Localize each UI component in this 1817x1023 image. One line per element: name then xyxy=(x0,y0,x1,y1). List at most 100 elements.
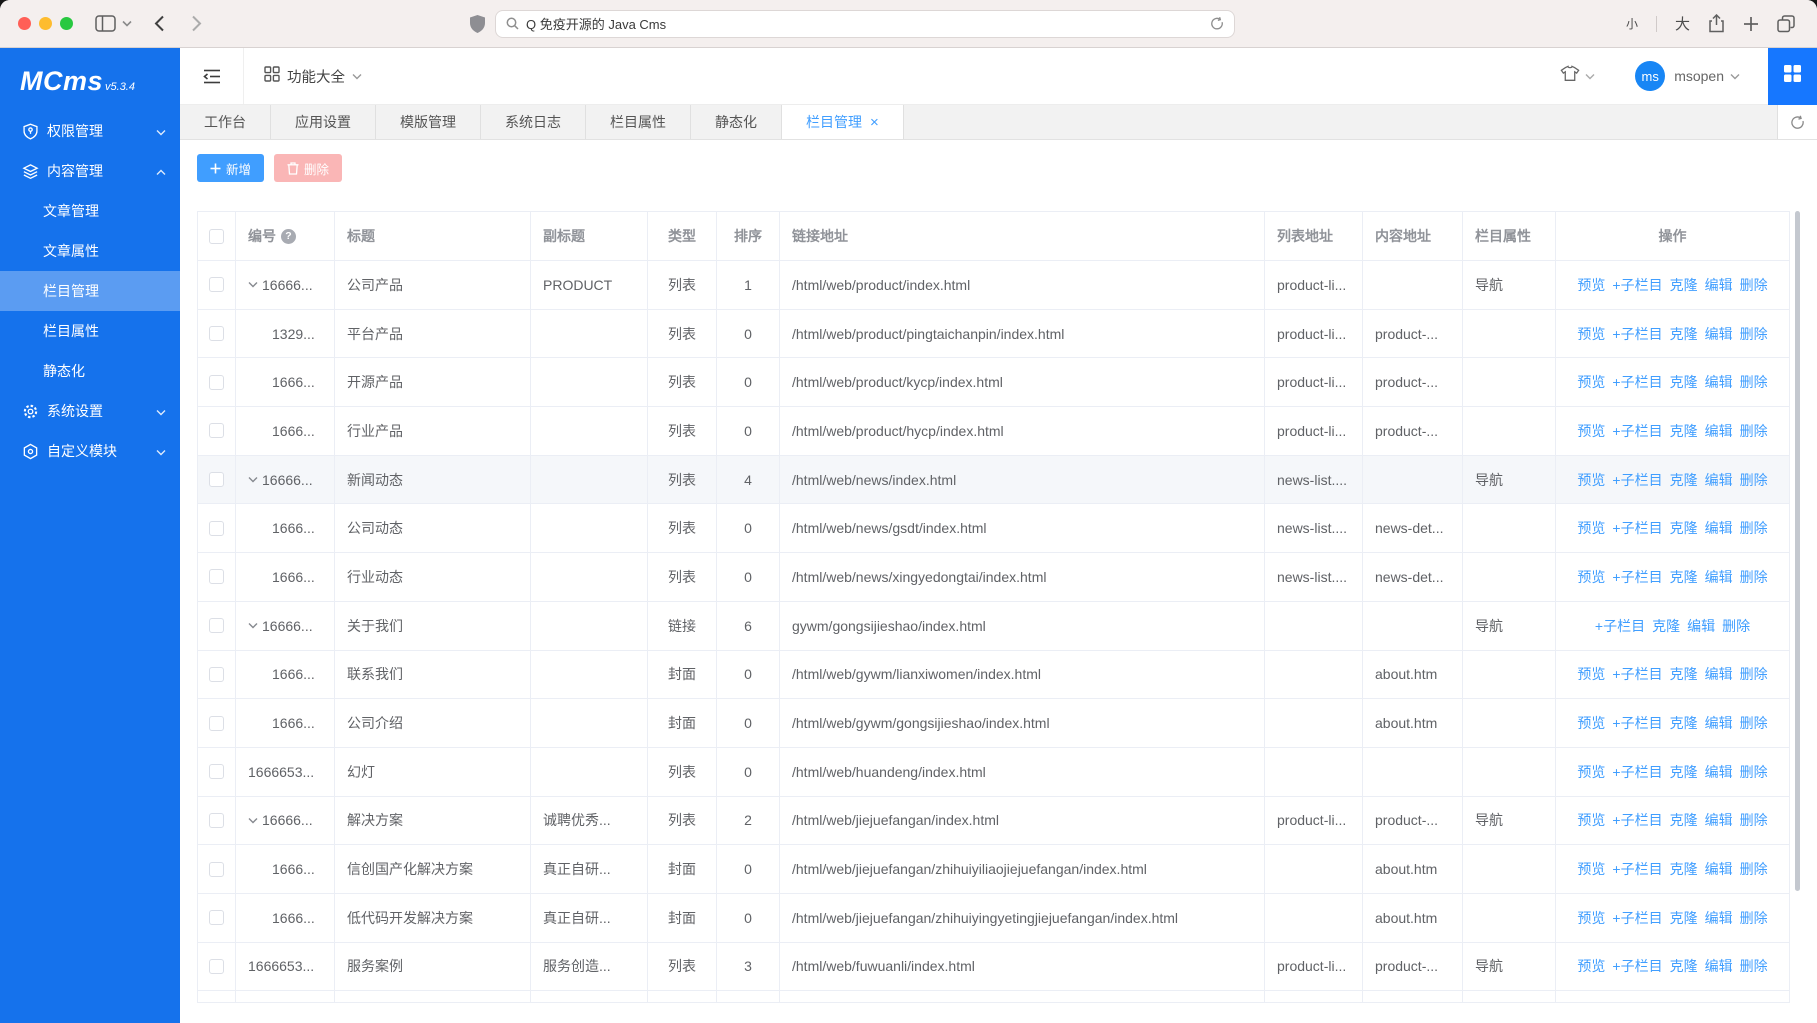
add-subcolumn-link[interactable]: +子栏目 xyxy=(1612,713,1662,733)
delete-link[interactable]: 删除 xyxy=(1740,956,1768,976)
edit-link[interactable]: 编辑 xyxy=(1705,810,1733,830)
edit-link[interactable]: 编辑 xyxy=(1705,908,1733,928)
preview-link[interactable]: 预览 xyxy=(1577,664,1605,684)
sidebar-item-article-mgmt[interactable]: 文章管理 xyxy=(0,191,180,231)
preview-link[interactable]: 预览 xyxy=(1577,518,1605,538)
font-smaller-button[interactable]: 小 xyxy=(1626,15,1638,32)
clone-link[interactable]: 克隆 xyxy=(1670,324,1698,344)
edit-link[interactable]: 编辑 xyxy=(1705,762,1733,782)
minimize-window-button[interactable] xyxy=(39,17,52,30)
delete-link[interactable]: 删除 xyxy=(1740,664,1768,684)
clone-link[interactable]: 克隆 xyxy=(1652,616,1680,636)
sidebar-item-system[interactable]: 系统设置 xyxy=(0,391,180,431)
delete-link[interactable]: 删除 xyxy=(1740,762,1768,782)
add-button[interactable]: 新增 xyxy=(197,154,264,182)
edit-link[interactable]: 编辑 xyxy=(1705,956,1733,976)
expand-caret-icon[interactable] xyxy=(248,476,258,483)
edit-link[interactable]: 编辑 xyxy=(1687,616,1715,636)
add-subcolumn-link[interactable]: +子栏目 xyxy=(1612,470,1662,490)
row-checkbox[interactable] xyxy=(209,716,224,731)
preview-link[interactable]: 预览 xyxy=(1577,956,1605,976)
add-subcolumn-link[interactable]: +子栏目 xyxy=(1612,664,1662,684)
new-tab-icon[interactable] xyxy=(1743,16,1759,32)
sidebar-item-content-mgmt[interactable]: 内容管理 xyxy=(0,151,180,191)
row-checkbox[interactable] xyxy=(209,667,224,682)
delete-link[interactable]: 删除 xyxy=(1740,567,1768,587)
add-subcolumn-link[interactable]: +子栏目 xyxy=(1612,859,1662,879)
sidebar-item-article-attr[interactable]: 文章属性 xyxy=(0,231,180,271)
row-checkbox[interactable] xyxy=(209,959,224,974)
preview-link[interactable]: 预览 xyxy=(1577,324,1605,344)
sidebar-item-column-attr[interactable]: 栏目属性 xyxy=(0,311,180,351)
add-subcolumn-link[interactable]: +子栏目 xyxy=(1612,275,1662,295)
expand-caret-icon[interactable] xyxy=(248,622,258,629)
clone-link[interactable]: 克隆 xyxy=(1670,518,1698,538)
sidebar-item-column-mgmt[interactable]: 栏目管理 xyxy=(0,271,180,311)
delete-link[interactable]: 删除 xyxy=(1740,518,1768,538)
expand-caret-icon[interactable] xyxy=(248,817,258,824)
preview-link[interactable]: 预览 xyxy=(1577,859,1605,879)
tab[interactable]: 静态化 xyxy=(691,105,782,139)
font-larger-button[interactable]: 大 xyxy=(1675,13,1690,34)
add-subcolumn-link[interactable]: +子栏目 xyxy=(1612,372,1662,392)
share-icon[interactable] xyxy=(1708,14,1725,33)
delete-link[interactable]: 删除 xyxy=(1740,324,1768,344)
preview-link[interactable]: 预览 xyxy=(1577,762,1605,782)
row-checkbox[interactable] xyxy=(209,326,224,341)
edit-link[interactable]: 编辑 xyxy=(1705,567,1733,587)
clone-link[interactable]: 克隆 xyxy=(1670,275,1698,295)
tab[interactable]: 应用设置 xyxy=(271,105,376,139)
forward-button[interactable] xyxy=(191,15,202,32)
add-subcolumn-link[interactable]: +子栏目 xyxy=(1612,956,1662,976)
apps-grid-button[interactable] xyxy=(1768,48,1817,105)
delete-link[interactable]: 删除 xyxy=(1740,810,1768,830)
edit-link[interactable]: 编辑 xyxy=(1705,470,1733,490)
add-subcolumn-link[interactable]: +子栏目 xyxy=(1612,421,1662,441)
preview-link[interactable]: 预览 xyxy=(1577,713,1605,733)
address-bar[interactable]: Q 免疫开源的 Java Cms xyxy=(495,10,1235,38)
add-subcolumn-link[interactable]: +子栏目 xyxy=(1595,616,1645,636)
edit-link[interactable]: 编辑 xyxy=(1705,518,1733,538)
reload-icon[interactable] xyxy=(1210,16,1224,31)
chevron-down-icon[interactable] xyxy=(1730,67,1740,85)
delete-button[interactable]: 删除 xyxy=(274,154,342,182)
add-subcolumn-link[interactable]: +子栏目 xyxy=(1612,324,1662,344)
edit-link[interactable]: 编辑 xyxy=(1705,372,1733,392)
edit-link[interactable]: 编辑 xyxy=(1705,324,1733,344)
tab-overview-icon[interactable] xyxy=(1777,15,1795,33)
delete-link[interactable]: 删除 xyxy=(1740,470,1768,490)
delete-link[interactable]: 删除 xyxy=(1740,275,1768,295)
zoom-window-button[interactable] xyxy=(60,17,73,30)
sidebar-chevron-icon[interactable] xyxy=(122,20,132,27)
row-checkbox[interactable] xyxy=(209,618,224,633)
preview-link[interactable]: 预览 xyxy=(1577,470,1605,490)
preview-link[interactable]: 预览 xyxy=(1577,421,1605,441)
preview-link[interactable]: 预览 xyxy=(1577,908,1605,928)
tab[interactable]: 系统日志 xyxy=(481,105,586,139)
help-icon[interactable]: ? xyxy=(281,229,296,244)
clone-link[interactable]: 克隆 xyxy=(1670,762,1698,782)
collapse-sidebar-icon[interactable] xyxy=(180,48,244,104)
delete-link[interactable]: 删除 xyxy=(1740,421,1768,441)
tab[interactable]: 栏目管理 × xyxy=(782,105,904,139)
preview-link[interactable]: 预览 xyxy=(1577,372,1605,392)
vertical-scrollbar[interactable] xyxy=(1795,211,1800,891)
close-window-button[interactable] xyxy=(18,17,31,30)
row-checkbox[interactable] xyxy=(209,910,224,925)
expand-caret-icon[interactable] xyxy=(248,281,258,288)
delete-link[interactable]: 删除 xyxy=(1740,713,1768,733)
preview-link[interactable]: 预览 xyxy=(1577,567,1605,587)
privacy-shield-icon[interactable] xyxy=(470,15,485,33)
delete-link[interactable]: 删除 xyxy=(1740,372,1768,392)
clone-link[interactable]: 克隆 xyxy=(1670,567,1698,587)
clone-link[interactable]: 克隆 xyxy=(1670,470,1698,490)
delete-link[interactable]: 删除 xyxy=(1722,616,1750,636)
edit-link[interactable]: 编辑 xyxy=(1705,859,1733,879)
app-menu-selector[interactable]: 功能大全 xyxy=(264,66,362,87)
tab[interactable]: 工作台 xyxy=(180,105,271,139)
delete-link[interactable]: 删除 xyxy=(1740,859,1768,879)
clone-link[interactable]: 克隆 xyxy=(1670,859,1698,879)
theme-selector[interactable] xyxy=(1560,65,1595,87)
clone-link[interactable]: 克隆 xyxy=(1670,421,1698,441)
clone-link[interactable]: 克隆 xyxy=(1670,810,1698,830)
